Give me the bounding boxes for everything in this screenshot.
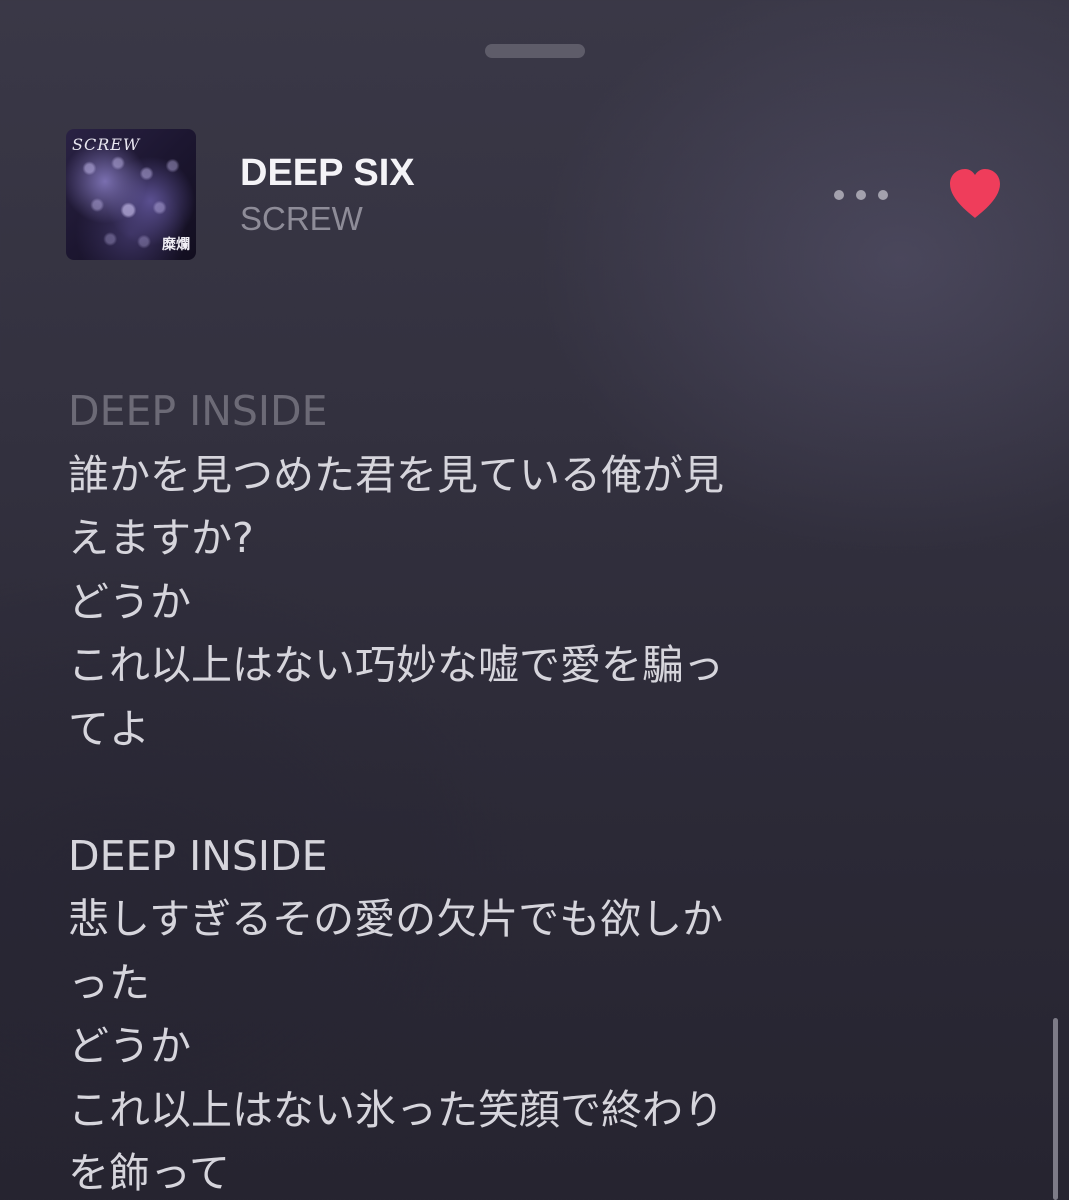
- scrollbar[interactable]: [1053, 1018, 1058, 1200]
- more-options-button[interactable]: [830, 175, 892, 215]
- album-artwork[interactable]: SCREW 糜爛: [66, 129, 196, 260]
- track-artist[interactable]: SCREW: [240, 200, 363, 238]
- favorite-button[interactable]: [946, 166, 1004, 222]
- sheet-grabber[interactable]: [485, 44, 585, 58]
- artwork-subtitle: 糜爛: [162, 237, 190, 253]
- lyric-line[interactable]: どうか: [68, 571, 868, 635]
- lyric-line[interactable]: 悲しすぎるその愛の欠片でも欲しか: [68, 888, 868, 952]
- lyric-spacer: [68, 761, 868, 825]
- lyric-line[interactable]: を飾って: [68, 1142, 868, 1200]
- lyric-line[interactable]: これ以上はない氷った笑顔で終わり: [68, 1079, 868, 1143]
- lyric-line[interactable]: DEEP INSIDE: [68, 825, 868, 889]
- lyrics-view[interactable]: DEEP INSIDE 誰かを見つめた君を見ている俺が見 えますか? どうか これ以上は…: [68, 380, 868, 1200]
- lyric-line[interactable]: 誰かを見つめた君を見ている俺が見: [68, 444, 868, 508]
- artwork-logo: SCREW: [72, 135, 141, 154]
- heart-filled-icon: [950, 169, 1000, 218]
- lyric-line[interactable]: った: [68, 952, 868, 1016]
- more-horizontal-icon: [834, 190, 844, 200]
- lyric-line[interactable]: これ以上はない巧妙な嘘で愛を騙っ: [68, 634, 868, 698]
- lyric-line[interactable]: DEEP INSIDE: [68, 380, 868, 444]
- lyric-line[interactable]: てよ: [68, 698, 868, 762]
- lyric-line[interactable]: えますか?: [68, 507, 868, 571]
- more-horizontal-icon-dot: [856, 190, 866, 200]
- more-horizontal-icon-dot: [878, 190, 888, 200]
- track-title: DEEP SIX: [240, 152, 415, 194]
- lyric-line[interactable]: どうか: [68, 1015, 868, 1079]
